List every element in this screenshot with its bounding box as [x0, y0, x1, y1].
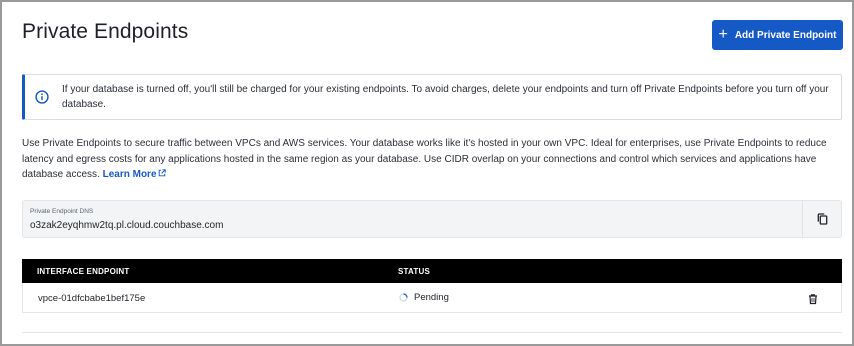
info-banner-text: If your database is turned off, you'll s… — [62, 84, 829, 110]
dns-value: o3zak2eyqhmw2tq.pl.cloud.couchbase.com — [30, 220, 224, 231]
private-endpoint-dns-field: Private Endpoint DNS o3zak2eyqhmw2tq.pl.… — [22, 200, 842, 238]
copy-dns-button[interactable] — [803, 201, 842, 237]
learn-more-link[interactable]: Learn More — [103, 169, 166, 180]
status-cell: Pending — [399, 292, 449, 303]
add-private-endpoint-button[interactable]: + Add Private Endpoint — [712, 20, 843, 50]
delete-endpoint-button[interactable] — [807, 292, 819, 305]
spinner-icon — [399, 293, 408, 302]
divider — [22, 332, 842, 333]
info-icon — [35, 90, 49, 104]
endpoint-id: vpce-01dfcbabe1bef175e — [38, 293, 146, 304]
table-row: vpce-01dfcbabe1bef175e Pending — [22, 283, 842, 313]
external-link-icon — [158, 169, 166, 177]
status-text: Pending — [414, 292, 449, 303]
copy-icon — [817, 213, 828, 225]
description: Use Private Endpoints to secure traffic … — [22, 136, 837, 183]
add-private-endpoint-label: Add Private Endpoint — [734, 29, 837, 41]
plus-icon: + — [718, 25, 728, 43]
column-header-interface-endpoint: INTERFACE ENDPOINT — [37, 267, 130, 276]
endpoints-table-header: INTERFACE ENDPOINT STATUS — [22, 259, 842, 283]
info-banner: If your database is turned off, you'll s… — [22, 74, 842, 120]
dns-label: Private Endpoint DNS — [30, 208, 94, 215]
trash-icon — [809, 294, 817, 305]
column-header-status: STATUS — [398, 267, 431, 276]
learn-more-label: Learn More — [102, 169, 157, 180]
app-window: Private Endpoints + Add Private Endpoint… — [0, 0, 854, 346]
page-title: Private Endpoints — [22, 20, 189, 43]
